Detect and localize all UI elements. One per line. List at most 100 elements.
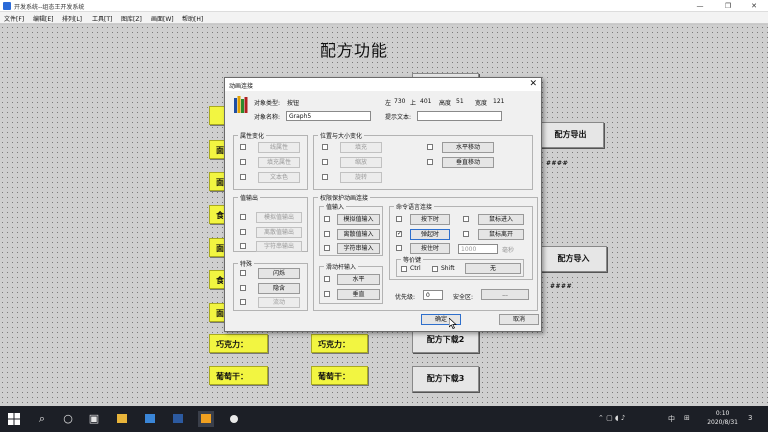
menu-edit[interactable]: 编辑[E] [33, 14, 53, 23]
ime-indicator[interactable]: 中 [668, 414, 675, 424]
checkbox[interactable] [240, 159, 246, 165]
checkbox[interactable] [322, 174, 328, 180]
discrete-output-button[interactable]: 离散值输出 [256, 227, 302, 238]
hide-button[interactable]: 隐含 [258, 283, 300, 294]
page-title[interactable]: 配方功能 [320, 37, 388, 61]
value-display[interactable]: #### [546, 160, 568, 167]
blink-button[interactable]: 闪烁 [258, 268, 300, 279]
kingview-app-icon[interactable] [198, 411, 214, 427]
file-explorer-icon[interactable] [114, 411, 130, 427]
slider-vertical-button[interactable]: 垂直 [337, 289, 380, 300]
checkbox[interactable] [322, 159, 328, 165]
checkbox[interactable] [396, 245, 402, 251]
search-icon[interactable]: ⌕ [34, 411, 50, 427]
checkbox[interactable] [240, 270, 246, 276]
notification-icon[interactable]: 3 [748, 414, 752, 422]
restore-button[interactable]: ❐ [714, 0, 742, 12]
recipe-export-button[interactable]: 配方导出 [537, 122, 604, 148]
object-name-field[interactable]: Graph5 [286, 111, 371, 121]
checkbox[interactable] [322, 144, 328, 150]
chocolate-label-button[interactable]: 巧克力： [209, 334, 268, 353]
string-input-button[interactable]: 字符串输入 [337, 243, 380, 254]
vertical-move-button[interactable]: 垂直移动 [442, 157, 494, 168]
tray-icons[interactable]: ⌃ ▢ ◖ ♪ [598, 414, 625, 422]
analog-output-button[interactable]: 模拟值输出 [256, 212, 302, 223]
group-label: 权限保护动画连接 [318, 193, 371, 202]
checkbox[interactable] [463, 216, 469, 222]
menu-help[interactable]: 帮助[H] [182, 14, 203, 23]
checkbox[interactable] [240, 285, 246, 291]
app-icon-3[interactable] [226, 411, 242, 427]
menu-file[interactable]: 文件[F] [4, 14, 24, 23]
line-attr-button[interactable]: 线属性 [258, 142, 300, 153]
flow-button[interactable]: 流动 [258, 297, 300, 308]
recipe-import-button[interactable]: 配方导入 [540, 246, 607, 272]
menu-tools[interactable]: 工具[T] [92, 14, 112, 23]
scale-button[interactable]: 缩放 [340, 157, 382, 168]
value-display[interactable]: #### [550, 283, 572, 290]
fill-attr-button[interactable]: 填充属性 [258, 157, 300, 168]
cancel-button[interactable]: 取消 [499, 314, 539, 325]
dialog-close-button[interactable]: ✕ [529, 79, 537, 89]
tip-text-field[interactable] [417, 111, 502, 121]
group-label: 滑动杆输入 [324, 262, 359, 271]
cortana-icon[interactable]: ○ [60, 411, 76, 427]
object-type-value: 按钮 [287, 100, 300, 107]
checkbox[interactable] [240, 299, 246, 305]
mouse-enter-button[interactable]: 鼠标进入 [478, 214, 524, 225]
ctrl-checkbox[interactable] [401, 266, 407, 272]
discrete-input-button[interactable]: 离散值输入 [337, 229, 380, 240]
task-view-icon[interactable]: ▣ [86, 411, 102, 427]
recipe-download3-button[interactable]: 配方下载3 [412, 366, 479, 392]
checkbox[interactable] [240, 229, 246, 235]
checkbox[interactable] [427, 159, 433, 165]
ime-mode-icon[interactable]: ⊞ [684, 414, 690, 422]
group-value-output: 值输出 模拟值输出 离散值输出 字符串输出 [233, 193, 308, 252]
minimize-button[interactable]: — [686, 0, 714, 12]
checkbox[interactable] [240, 144, 246, 150]
app-icon-2[interactable] [170, 411, 186, 427]
system-clock[interactable]: 0:10 2020/8/31 [707, 409, 738, 427]
close-button[interactable]: ✕ [740, 0, 768, 12]
checkbox[interactable] [324, 276, 330, 282]
analog-input-button[interactable]: 模拟值输入 [337, 214, 380, 225]
raisin-label-button[interactable]: 葡萄干： [209, 366, 268, 385]
checkbox[interactable] [240, 243, 246, 249]
shift-checkbox[interactable] [432, 266, 438, 272]
slider-horizontal-button[interactable]: 水平 [337, 274, 380, 285]
checkbox[interactable] [396, 216, 402, 222]
horizontal-move-button[interactable]: 水平移动 [442, 142, 494, 153]
start-windows-icon[interactable] [6, 411, 22, 427]
fill-button[interactable]: 填充 [340, 142, 382, 153]
menu-screen[interactable]: 画面[W] [151, 14, 174, 23]
object-name-label: 对象名称: [254, 114, 281, 121]
string-output-button[interactable]: 字符串输出 [256, 241, 302, 252]
checkbox[interactable] [324, 291, 330, 297]
mouse-cursor-icon [449, 318, 457, 329]
checkbox-checked[interactable]: ✓ [396, 231, 402, 237]
checkbox[interactable] [240, 174, 246, 180]
top-label: 上 [410, 100, 417, 107]
hotkey-none-button[interactable]: 无 [465, 263, 521, 274]
app-icon-1[interactable] [142, 411, 158, 427]
checkbox[interactable] [463, 231, 469, 237]
rotate-button[interactable]: 旋转 [340, 172, 382, 183]
dialog-title-bar: 动画连接 ✕ [225, 78, 541, 91]
interval-field[interactable]: 1000 [458, 244, 498, 254]
checkbox[interactable] [324, 216, 330, 222]
mouse-leave-button[interactable]: 鼠标离开 [478, 229, 524, 240]
checkbox[interactable] [240, 214, 246, 220]
menu-arrange[interactable]: 排列[L] [62, 14, 82, 23]
chocolate-label-button-2[interactable]: 巧克力： [311, 334, 368, 353]
text-color-button[interactable]: 文本色 [258, 172, 300, 183]
priority-field[interactable]: 0 [423, 290, 443, 300]
checkbox[interactable] [324, 231, 330, 237]
checkbox[interactable] [427, 144, 433, 150]
on-release-button[interactable]: 弹起时 [410, 229, 450, 240]
security-browse-button[interactable]: ... [481, 289, 529, 300]
checkbox[interactable] [324, 245, 330, 251]
menu-gallery[interactable]: 图库[Z] [121, 14, 142, 23]
on-press-button[interactable]: 按下时 [410, 214, 450, 225]
while-held-button[interactable]: 按住时 [410, 243, 450, 254]
raisin-label-button-2[interactable]: 葡萄干： [311, 366, 368, 385]
